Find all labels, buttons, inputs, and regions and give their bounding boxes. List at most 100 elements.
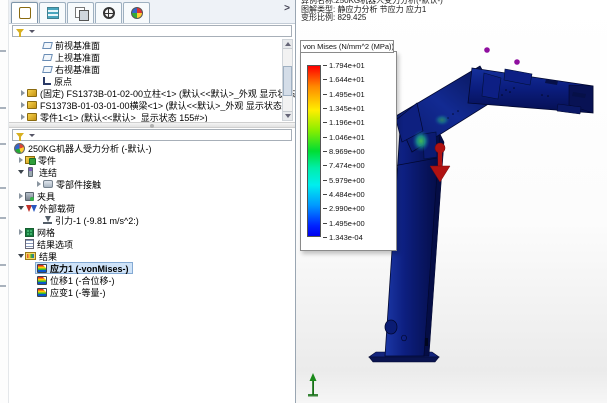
legend-colorbar — [307, 65, 321, 237]
scroll-down-button[interactable] — [283, 111, 292, 120]
sim-item-displacement-plot[interactable]: 位移1 (-合位移-) — [9, 274, 295, 286]
external-loads-icon — [25, 203, 36, 213]
plane-icon — [42, 54, 53, 61]
display-manager-icon — [131, 7, 143, 19]
part-icon — [27, 113, 37, 121]
propertymanager-icon — [47, 7, 59, 19]
legend-value: 8.969e+00 — [329, 148, 365, 156]
legend-value: 7.474e+00 — [329, 162, 365, 170]
plane-icon — [42, 66, 53, 73]
chevron-down-icon — [29, 30, 35, 33]
plane-icon — [42, 42, 53, 49]
origin-icon — [43, 77, 51, 85]
splitter-handle — [150, 124, 154, 128]
panel-expand-arrow[interactable]: > — [284, 3, 290, 14]
sim-item-strain-plot[interactable]: 应变1 (-等量-) — [9, 286, 295, 298]
expand-arrow[interactable] — [17, 157, 25, 163]
sim-item-result-options[interactable]: 结果选项 — [9, 238, 295, 250]
sim-item-results[interactable]: 结果 — [9, 250, 295, 262]
tree-item-front-plane[interactable]: 前视基准面 — [9, 39, 295, 51]
collapse-arrow[interactable] — [17, 206, 25, 210]
filter-box-simulation[interactable] — [12, 129, 292, 141]
connections-icon — [28, 167, 33, 177]
chevron-down-icon — [29, 134, 35, 137]
legend-title: von Mises (N/mm^2 (MPa)) — [300, 40, 394, 53]
tree-splitter[interactable] — [9, 122, 295, 128]
tree-item-right-plane[interactable]: 右视基准面 — [9, 63, 295, 75]
legend-value: 2.990e+00 — [329, 205, 365, 213]
configuration-manager-icon — [75, 7, 87, 19]
solidworks-window: > 前视基准面 上视基准面 右视基准面 原点 — [0, 0, 607, 403]
tab-dimxpert[interactable] — [95, 2, 122, 23]
sim-study-root[interactable]: 250KG机器人受力分析 (-默认-) — [9, 142, 295, 154]
strain-plot-icon — [37, 288, 47, 297]
sim-item-gravity[interactable]: 引力-1 (-9.81 m/s^2:) — [9, 214, 295, 226]
stress-plot-icon — [37, 264, 47, 273]
simulation-study-tree: 250KG机器人受力分析 (-默认-) 零件 连结 零部件接触 夹具 — [9, 142, 295, 298]
load-point-marker — [484, 47, 490, 53]
load-point-marker — [514, 59, 520, 65]
scroll-up-button[interactable] — [283, 40, 292, 49]
sim-item-external-loads[interactable]: 外部载荷 — [9, 202, 295, 214]
plot-annotation: 算例名称:250KG机器人受力分析(-默认-) 图解类型: 静应力分析 节应力 … — [301, 0, 443, 23]
feature-panel: > 前视基准面 上视基准面 右视基准面 原点 — [9, 0, 296, 403]
legend-value: 1.196e+01 — [329, 119, 365, 127]
expand-arrow[interactable] — [19, 90, 27, 96]
tree-item-origin[interactable]: 原点 — [9, 75, 295, 87]
tab-configurations[interactable] — [67, 2, 94, 23]
component-contact-icon — [43, 180, 53, 188]
tree-item-beam-part[interactable]: FS1373B-01-03-01-00横梁<1> (默认<<默认>_外观 显示状… — [9, 99, 295, 111]
expand-arrow[interactable] — [19, 102, 27, 108]
filter-box-featuremanager[interactable] — [12, 25, 292, 37]
tab-propertymanager[interactable] — [39, 2, 66, 23]
legend-body: 1.794e+01 1.644e+01 1.495e+01 1.345e+01 … — [300, 51, 397, 251]
featuremanager-tree: 前视基准面 上视基准面 右视基准面 原点 (固定) FS1373B-01-02-… — [9, 38, 295, 122]
displacement-plot-icon — [37, 276, 47, 285]
dimxpert-icon — [103, 7, 115, 19]
tree-scrollbar[interactable] — [282, 39, 293, 121]
stress-legend: von Mises (N/mm^2 (MPa)) 1.794e+01 1.644… — [300, 40, 399, 251]
mesh-icon — [25, 228, 34, 237]
legend-value: 1.046e+01 — [329, 134, 365, 142]
deformation-scale-line: 变形比例: 829.425 — [301, 14, 443, 23]
legend-value: 1.345e+01 — [329, 105, 365, 113]
expand-arrow[interactable] — [17, 229, 25, 235]
results-folder-icon — [25, 252, 36, 260]
parts-folder-icon — [25, 156, 35, 164]
collapse-arrow[interactable] — [17, 254, 25, 258]
legend-value: 1.794e+01 — [329, 62, 365, 70]
filter-funnel-icon — [16, 29, 24, 34]
result-options-icon — [25, 239, 34, 249]
tab-displaymanager[interactable] — [123, 2, 150, 23]
legend-value: 1.644e+01 — [329, 76, 365, 84]
legend-value: 4.484e+00 — [329, 191, 365, 199]
part-icon — [27, 89, 37, 97]
sim-item-fixtures[interactable]: 夹具 — [9, 190, 295, 202]
panel-tab-bar: > — [9, 0, 295, 24]
legend-value: 1.495e+00 — [329, 220, 365, 228]
sim-item-stress-plot[interactable]: 应力1 (-vonMises-) — [9, 262, 295, 274]
expand-arrow[interactable] — [35, 181, 43, 187]
scroll-thumb[interactable] — [283, 66, 292, 96]
legend-value: 1.495e+01 — [329, 91, 365, 99]
selected-item-highlight: 应力1 (-vonMises-) — [35, 262, 133, 274]
gravity-icon — [43, 215, 52, 225]
sim-item-mesh[interactable]: 网格 — [9, 226, 295, 238]
expand-arrow[interactable] — [19, 114, 27, 120]
legend-value: 1.343e-04 — [329, 234, 363, 242]
left-edge-strip — [0, 0, 9, 403]
tree-item-top-plane[interactable]: 上视基准面 — [9, 51, 295, 63]
graphics-area[interactable]: 算例名称:250KG机器人受力分析(-默认-) 图解类型: 静应力分析 节应力 … — [296, 0, 607, 403]
expand-arrow[interactable] — [17, 193, 25, 199]
sim-item-parts[interactable]: 零件 — [9, 154, 295, 166]
legend-value: 5.979e+00 — [329, 177, 365, 185]
tree-item-column-part[interactable]: (固定) FS1373B-01-02-00立柱<1> (默认<<默认>_外观 显… — [9, 87, 295, 99]
orientation-triad-icon — [308, 373, 318, 397]
fixtures-icon — [25, 192, 34, 201]
tab-featuremanager[interactable] — [11, 2, 38, 23]
collapse-arrow[interactable] — [17, 170, 25, 174]
featuremanager-tree-icon — [19, 7, 31, 19]
sim-item-component-contact[interactable]: 零部件接触 — [9, 178, 295, 190]
part-icon — [27, 101, 37, 109]
sim-item-connections[interactable]: 连结 — [9, 166, 295, 178]
